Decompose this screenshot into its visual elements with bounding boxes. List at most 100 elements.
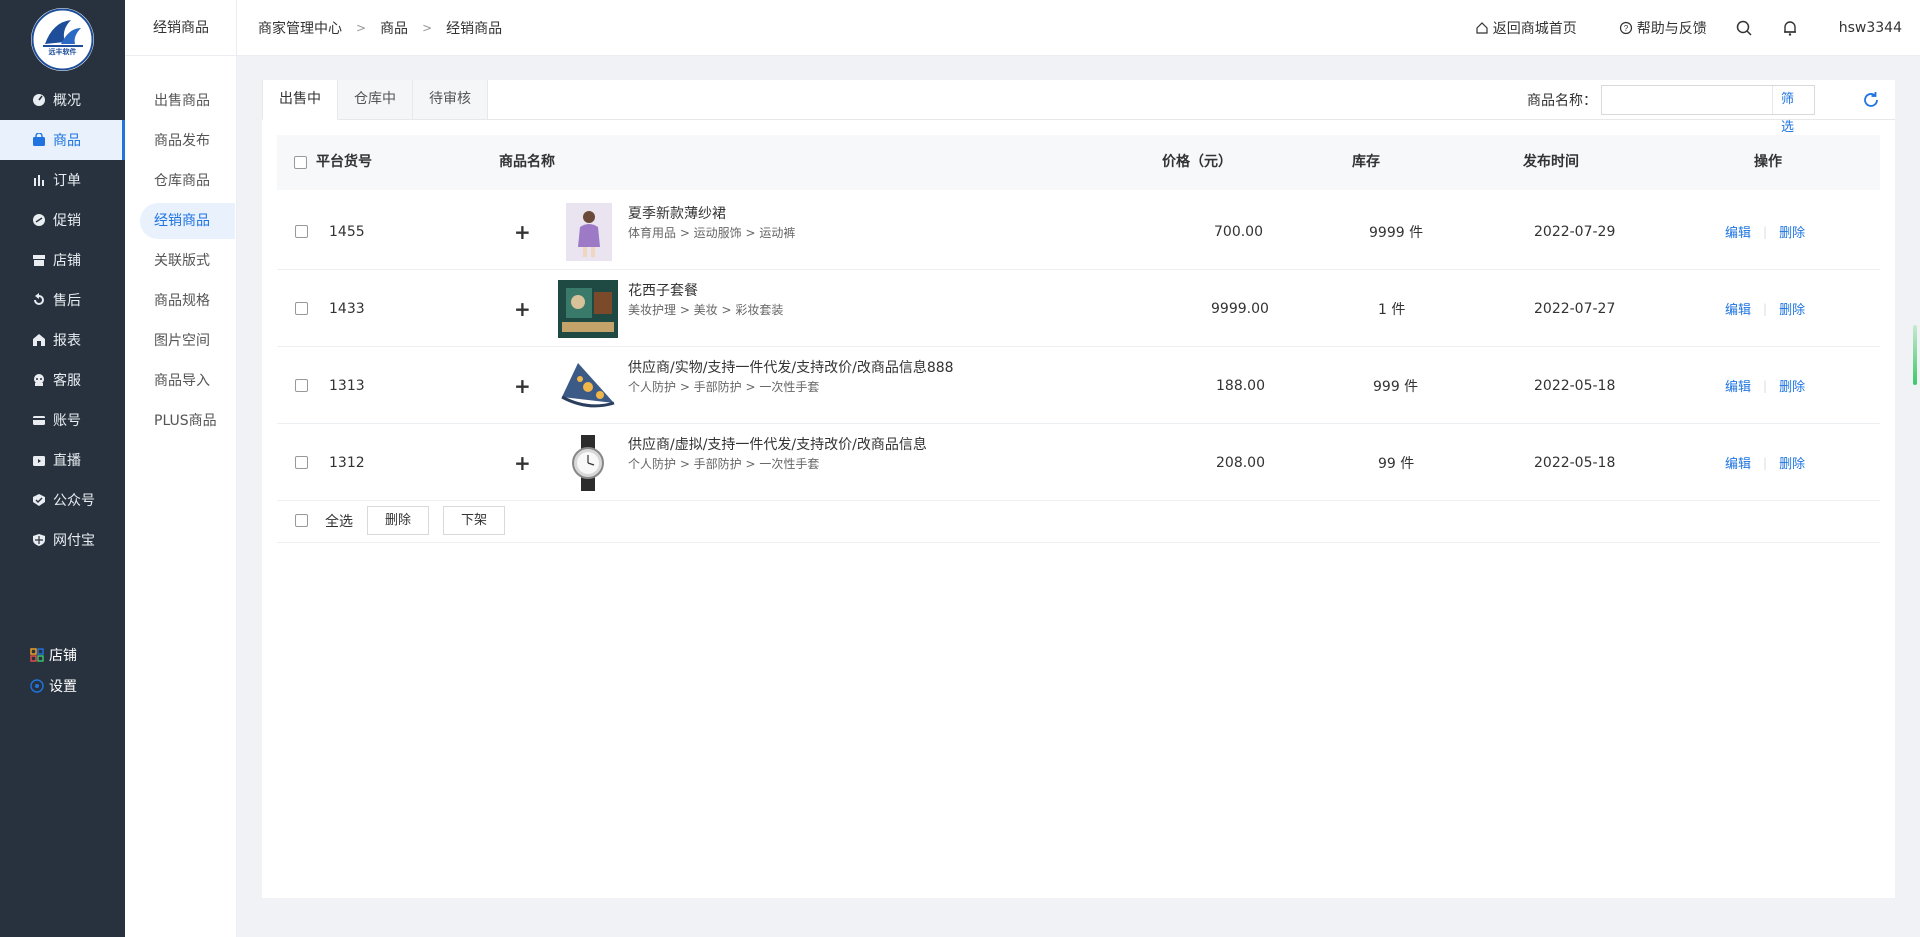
row-actions: 编辑 | 删除 bbox=[1725, 347, 1805, 424]
product-name[interactable]: 供应商/实物/支持一件代发/支持改价/改商品信息888 bbox=[628, 357, 954, 377]
product-thumbnail[interactable] bbox=[558, 357, 618, 415]
nav-label: 设置 bbox=[49, 679, 77, 695]
delete-link[interactable]: 删除 bbox=[1779, 222, 1805, 241]
dashboard-icon bbox=[32, 93, 46, 107]
edit-link[interactable]: 编辑 bbox=[1725, 376, 1751, 395]
company-logo[interactable] bbox=[31, 8, 94, 71]
nav-item-store[interactable]: 店铺 bbox=[0, 240, 125, 280]
row-checkbox[interactable] bbox=[295, 347, 308, 424]
divider: | bbox=[1763, 455, 1768, 470]
refresh-icon[interactable] bbox=[1861, 90, 1881, 110]
home-link[interactable]: 返回商城首页 bbox=[1475, 18, 1577, 38]
table-row: 1313 + 供应商/实物/支持一件代发/支持改价/改商品信息888 个人防护 … bbox=[277, 347, 1880, 424]
nav-label: 概况 bbox=[53, 93, 81, 109]
nav-item-customer-service[interactable]: 客服 bbox=[0, 360, 125, 400]
product-id: 1313 bbox=[329, 377, 365, 394]
tab-pending-review[interactable]: 待审核 bbox=[413, 80, 488, 120]
select-all-header-checkbox[interactable] bbox=[294, 156, 307, 169]
search-icon[interactable] bbox=[1735, 19, 1753, 37]
select-all-label[interactable]: 全选 bbox=[325, 511, 353, 531]
bulk-delete-button[interactable]: 删除 bbox=[367, 506, 429, 535]
filter-button[interactable]: 筛选 bbox=[1772, 86, 1814, 135]
column-header-date: 发布时间 bbox=[1523, 154, 1579, 170]
nav-label: 报表 bbox=[53, 333, 81, 349]
breadcrumb-item[interactable]: 商家管理中心 bbox=[258, 18, 342, 38]
product-name[interactable]: 花西子套餐 bbox=[628, 280, 698, 300]
expand-plus-icon[interactable]: + bbox=[514, 347, 531, 424]
chevron-right-icon: > bbox=[422, 21, 433, 35]
nav-item-official-account[interactable]: 公众号 bbox=[0, 480, 125, 520]
delete-link[interactable]: 删除 bbox=[1779, 453, 1805, 472]
subnav-item-on-sale[interactable]: 出售商品 bbox=[140, 83, 235, 119]
product-thumbnail[interactable] bbox=[558, 434, 618, 492]
column-header-price: 价格（元） bbox=[1162, 154, 1232, 170]
subnav-item-spec[interactable]: 商品规格 bbox=[140, 283, 235, 319]
live-icon bbox=[32, 453, 46, 467]
nav-label: 订单 bbox=[53, 173, 81, 189]
wechat-icon bbox=[32, 493, 46, 507]
expand-plus-icon[interactable]: + bbox=[514, 424, 531, 501]
breadcrumb: 商家管理中心 > 商品 > 经销商品 bbox=[258, 0, 502, 56]
subnav-item-plus[interactable]: PLUS商品 bbox=[140, 403, 235, 439]
row-checkbox[interactable] bbox=[295, 193, 308, 270]
row-actions: 编辑 | 删除 bbox=[1725, 270, 1805, 347]
nav-item-account[interactable]: 账号 bbox=[0, 400, 125, 440]
delete-link[interactable]: 删除 bbox=[1779, 299, 1805, 318]
bottom-store-link[interactable]: 店铺 bbox=[0, 641, 125, 669]
store-icon bbox=[32, 253, 46, 267]
nav-item-payment[interactable]: 网付宝 bbox=[0, 520, 125, 560]
delete-link[interactable]: 删除 bbox=[1779, 376, 1805, 395]
product-name[interactable]: 供应商/虚拟/支持一件代发/支持改价/改商品信息 bbox=[628, 434, 927, 454]
select-all-checkbox[interactable] bbox=[295, 514, 308, 531]
subnav-item-import[interactable]: 商品导入 bbox=[140, 363, 235, 399]
nav-item-aftersale[interactable]: 售后 bbox=[0, 280, 125, 320]
nav-item-live[interactable]: 直播 bbox=[0, 440, 125, 480]
expand-plus-icon[interactable]: + bbox=[514, 270, 531, 347]
product-name-input[interactable] bbox=[1602, 86, 1772, 114]
product-id: 1455 bbox=[329, 223, 365, 240]
product-category: 体育用品 > 运动服饰 > 运动裤 bbox=[628, 226, 796, 240]
service-icon bbox=[32, 373, 46, 387]
row-actions: 编辑 | 删除 bbox=[1725, 424, 1805, 501]
bottom-settings-link[interactable]: 设置 bbox=[0, 672, 125, 700]
promo-icon bbox=[32, 213, 46, 227]
publish-date: 2022-05-18 bbox=[1534, 454, 1616, 471]
tab-in-warehouse[interactable]: 仓库中 bbox=[338, 80, 413, 120]
table-header: 平台货号 商品名称 价格（元） 库存 发布时间 操作 bbox=[277, 135, 1880, 190]
nav-item-products[interactable]: 商品 bbox=[0, 120, 125, 160]
row-checkbox[interactable] bbox=[295, 424, 308, 501]
edit-link[interactable]: 编辑 bbox=[1725, 299, 1751, 318]
nav-item-overview[interactable]: 概况 bbox=[0, 80, 125, 120]
svg-text:?: ? bbox=[1624, 24, 1629, 33]
username[interactable]: hsw3344 bbox=[1839, 20, 1902, 36]
product-id: 1433 bbox=[329, 300, 365, 317]
expand-plus-icon[interactable]: + bbox=[514, 193, 531, 270]
shield-icon bbox=[32, 533, 46, 547]
product-thumbnail[interactable] bbox=[566, 203, 612, 261]
row-checkbox[interactable] bbox=[295, 270, 308, 347]
product-thumbnail[interactable] bbox=[558, 280, 618, 338]
subnav-item-warehouse[interactable]: 仓库商品 bbox=[140, 163, 235, 199]
bulk-unlist-button[interactable]: 下架 bbox=[443, 506, 505, 535]
breadcrumb-item[interactable]: 商品 bbox=[380, 18, 408, 38]
nav-item-promotion[interactable]: 促销 bbox=[0, 200, 125, 240]
column-header-ops: 操作 bbox=[1754, 154, 1782, 170]
help-link[interactable]: ? 帮助与反馈 bbox=[1619, 18, 1707, 38]
subnav-item-template[interactable]: 关联版式 bbox=[140, 243, 235, 279]
scrollbar-thumb[interactable] bbox=[1913, 325, 1917, 385]
edit-link[interactable]: 编辑 bbox=[1725, 453, 1751, 472]
tab-on-sale[interactable]: 出售中 bbox=[262, 80, 338, 120]
bar-chart-icon bbox=[32, 173, 46, 187]
table-row: 1455 + 夏季新款薄纱裙 体育用品 > 运动服饰 > 运动裤 700.00 … bbox=[277, 193, 1880, 270]
filter-box: 筛选 bbox=[1601, 85, 1815, 135]
edit-link[interactable]: 编辑 bbox=[1725, 222, 1751, 241]
nav-item-report[interactable]: 报表 bbox=[0, 320, 125, 360]
publish-date: 2022-07-27 bbox=[1534, 300, 1616, 317]
subnav-item-images[interactable]: 图片空间 bbox=[140, 323, 235, 359]
subnav-item-publish[interactable]: 商品发布 bbox=[140, 123, 235, 159]
product-name[interactable]: 夏季新款薄纱裙 bbox=[628, 203, 726, 223]
subnav-item-distribution[interactable]: 经销商品 bbox=[140, 203, 235, 239]
product-price: 208.00 bbox=[1216, 454, 1265, 471]
nav-item-orders[interactable]: 订单 bbox=[0, 160, 125, 200]
bell-icon[interactable] bbox=[1781, 19, 1799, 37]
